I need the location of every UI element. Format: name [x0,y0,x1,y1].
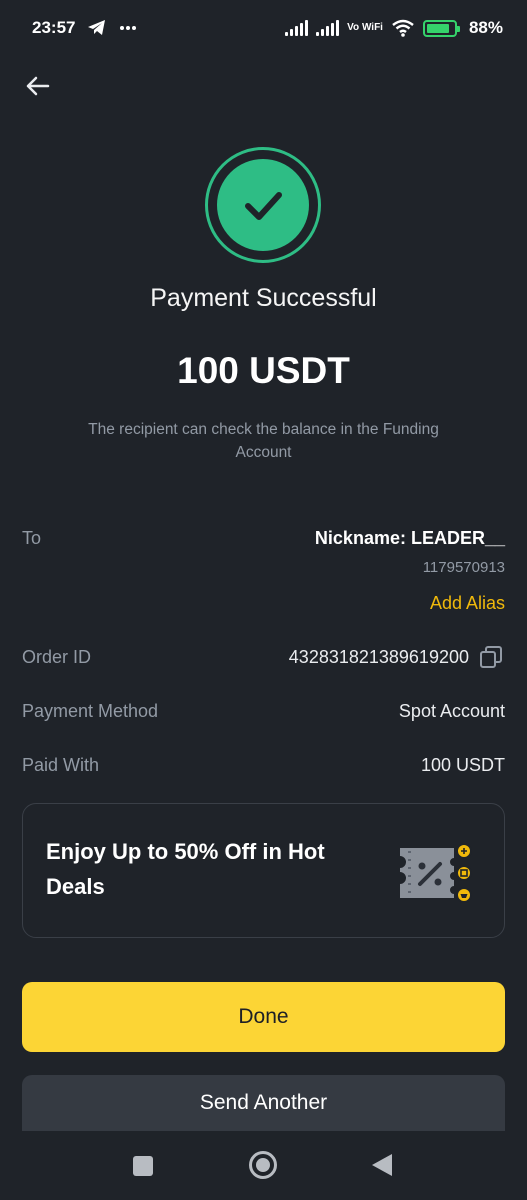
add-alias-link[interactable]: Add Alias [430,593,505,614]
recipient-nickname: Nickname: LEADER__ [314,528,505,548]
page-title: Payment Successful [150,284,377,312]
battery-charging-icon [422,19,460,37]
payment-method-value: Spot Account [398,701,505,721]
wifi-icon [392,19,414,37]
signal-icon [285,20,309,36]
circle-icon[interactable] [248,1150,278,1180]
checkmark-icon [245,192,282,220]
more-dots-icon [120,26,137,30]
triangle-back-icon[interactable] [370,1152,394,1178]
order-id-label: Order ID [22,647,92,667]
copy-icon[interactable] [479,645,503,669]
square-icon[interactable] [133,1156,153,1176]
battery-percent: 88% [468,18,503,37]
paid-with-value: 100 USDT [420,755,505,775]
order-id-value: 432831821389619200 [288,647,469,667]
paid-with-label: Paid With [22,755,100,775]
send-another-button[interactable]: Send Another [22,1075,505,1135]
promo-text: Enjoy Up to 50% Off in Hot Deals [46,839,325,899]
status-time: 23:57 [32,18,76,37]
payment-amount: 100 USDT [177,350,350,391]
discount-ticket-icon [400,843,472,903]
success-disc [217,159,309,251]
signal-icon [316,20,340,36]
system-nav-bar [0,1131,527,1200]
telegram-icon [88,20,106,35]
promo-card[interactable]: Enjoy Up to 50% Off in Hot Deals [22,803,505,938]
payment-method-label: Payment Method [22,701,159,721]
arrow-left-icon[interactable] [22,70,54,102]
status-bar-left: 23:57 [32,18,137,38]
vowifi-label: Vo WiFi [347,22,383,33]
recipient-uid: 1179570913 [422,559,505,576]
recipient-note: The recipient can check the balance in t… [88,421,439,461]
done-button[interactable]: Done [22,982,505,1052]
to-label: To [22,528,42,548]
status-bar: 23:57 Vo WiFi 88% [0,0,527,56]
checkmark-circle-icon [205,147,321,263]
status-bar-right: Vo WiFi 88% [285,18,503,38]
